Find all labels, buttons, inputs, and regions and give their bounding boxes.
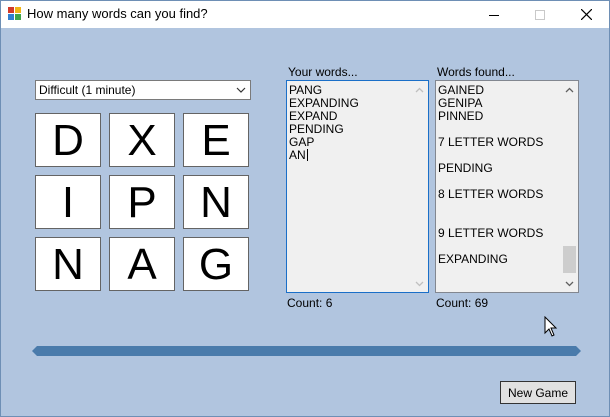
title-bar: How many words can you find? <box>1 1 609 28</box>
window-title: How many words can you find? <box>27 6 208 21</box>
found-line <box>438 201 543 214</box>
app-icon <box>8 7 21 20</box>
chevron-up-icon <box>415 87 424 92</box>
your-words-scrollbar[interactable] <box>411 81 428 292</box>
chevron-down-icon <box>565 281 574 286</box>
words-found-textbox[interactable]: GAINED GENIPA PINNED 7 LETTER WORDS PEND… <box>435 80 579 293</box>
scroll-up-button[interactable] <box>561 81 578 98</box>
letter-tile[interactable]: N <box>183 175 249 229</box>
your-words-label: Your words... <box>288 65 358 79</box>
new-game-button[interactable]: New Game <box>500 381 576 404</box>
chevron-down-icon <box>236 87 246 93</box>
minimize-button[interactable] <box>471 1 517 28</box>
difficulty-select[interactable]: Difficult (1 minute) <box>35 80 251 100</box>
letter-tile[interactable]: X <box>109 113 175 167</box>
close-button[interactable] <box>563 1 609 28</box>
current-entry-line: AN <box>289 149 359 162</box>
app-window: How many words can you find? Difficult (… <box>0 0 610 417</box>
found-line: 9 LETTER WORDS <box>438 226 544 240</box>
close-icon <box>580 9 592 20</box>
found-line: PENDING <box>438 161 493 175</box>
client-area: Difficult (1 minute) D X E I P N N A G Y… <box>1 28 609 416</box>
letter-tile[interactable]: A <box>109 237 175 291</box>
maximize-button[interactable] <box>517 1 563 28</box>
your-words-textbox[interactable]: PANG EXPANDING EXPAND PENDING GAP AN <box>286 80 429 293</box>
letter-tile[interactable]: E <box>183 113 249 167</box>
text-caret <box>306 149 308 161</box>
current-entry: AN <box>289 148 306 162</box>
found-line: EXPANDING <box>438 252 508 266</box>
found-line: 7 LETTER WORDS <box>438 135 544 149</box>
maximize-icon <box>535 9 545 20</box>
letter-tile[interactable]: D <box>35 113 101 167</box>
chevron-up-icon <box>565 87 574 92</box>
letter-tile[interactable]: N <box>35 237 101 291</box>
difficulty-value: Difficult (1 minute) <box>39 83 136 97</box>
letter-tile[interactable]: P <box>109 175 175 229</box>
minimize-icon <box>489 14 499 16</box>
words-found-scrollbar[interactable] <box>561 81 578 292</box>
timer-progress-bar <box>32 346 581 356</box>
letter-tile[interactable]: G <box>183 237 249 291</box>
chevron-down-icon <box>415 281 424 286</box>
mouse-pointer-icon <box>544 316 558 337</box>
scroll-up-button[interactable] <box>411 81 428 98</box>
scroll-down-button[interactable] <box>411 275 428 292</box>
found-line: 8 LETTER WORDS <box>438 187 544 201</box>
found-line: PINNED <box>438 109 484 123</box>
letter-tile[interactable]: I <box>35 175 101 229</box>
your-words-lines: PANG EXPANDING EXPAND PENDING GAP AN <box>289 84 359 162</box>
scroll-down-button[interactable] <box>561 275 578 292</box>
words-found-label: Words found... <box>437 65 515 79</box>
words-found-count: Count: 69 <box>436 296 489 310</box>
words-found-lines: GAINED GENIPA PINNED 7 LETTER WORDS PEND… <box>438 84 543 266</box>
your-words-count: Count: 6 <box>287 296 333 310</box>
timer-progress-fill <box>32 346 581 356</box>
scroll-thumb[interactable] <box>563 246 576 273</box>
